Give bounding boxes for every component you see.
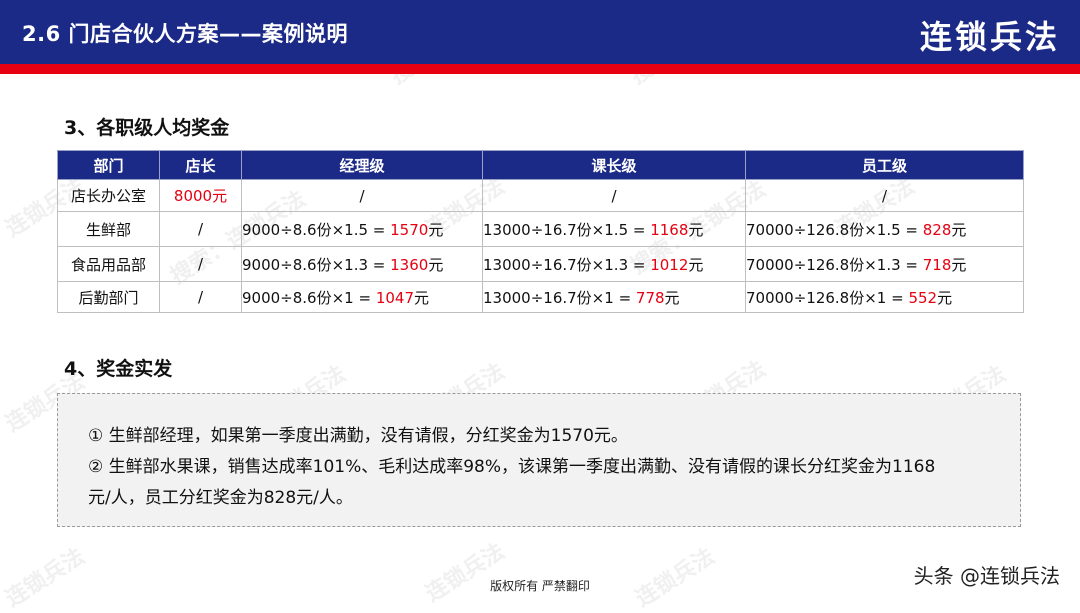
- formula-text: 13000÷16.7份×1 =: [483, 288, 636, 307]
- formula-text: 9000÷8.6份×1.3 =: [242, 255, 391, 274]
- bonus-value: 1570: [390, 220, 429, 239]
- formula-text: 9000÷8.6份×1.5 =: [242, 220, 391, 239]
- bonus-value: 828: [922, 220, 952, 239]
- formula-text: 13000÷16.7份×1.5 =: [483, 220, 651, 239]
- bonus-value: 1168: [650, 220, 689, 239]
- column-header: 员工级: [745, 150, 1024, 180]
- bonus-table: 部门 店长 经理级 课长级 员工级 店长办公室 8000元 / / / 生鲜部 …: [57, 150, 1024, 313]
- store-manager-cell: /: [159, 281, 242, 313]
- formula-cell: 9000÷8.6份×1 = 1047元: [241, 281, 483, 313]
- formula-cell: 9000÷8.6份×1.3 = 1360元: [241, 246, 483, 282]
- dept-cell: 食品用品部: [57, 246, 160, 282]
- formula-text: /: [611, 186, 617, 205]
- watermark: 连锁兵法: [421, 539, 510, 608]
- formula-text: /: [881, 186, 888, 205]
- section-title-bonus-per-level: 3、各职级人均奖金: [64, 117, 230, 139]
- formula-text: 70000÷126.8份×1.3 =: [746, 255, 923, 274]
- payout-note-box: ① 生鲜部经理，如果第一季度出满勤，没有请假，分红奖金为1570元。 ② 生鲜部…: [57, 393, 1021, 527]
- bonus-value: 1360: [390, 255, 429, 274]
- watermark: 连锁兵法: [1, 544, 90, 613]
- note-line: 元/人，员工分红奖金为828元/人。: [88, 488, 353, 508]
- unit-text: 元: [428, 255, 444, 274]
- section-title-bonus-payout: 4、奖金实发: [64, 358, 173, 380]
- unit-text: 元: [688, 255, 704, 274]
- bonus-value: 718: [922, 255, 952, 274]
- formula-cell: 13000÷16.7份×1.5 = 1168元: [482, 211, 746, 247]
- formula-cell: 70000÷126.8份×1.5 = 828元: [745, 211, 1024, 247]
- bonus-value: 778: [635, 288, 665, 307]
- formula-text: 70000÷126.8份×1 =: [746, 288, 909, 307]
- formula-cell: /: [745, 179, 1024, 212]
- store-manager-cell: /: [159, 246, 242, 282]
- formula-cell: /: [241, 179, 483, 212]
- column-header: 经理级: [241, 150, 483, 180]
- formula-cell: 13000÷16.7份×1 = 778元: [482, 281, 746, 313]
- unit-text: 元: [937, 288, 953, 307]
- bonus-value: 1047: [375, 288, 415, 307]
- formula-cell: 70000÷126.8份×1.3 = 718元: [745, 246, 1024, 282]
- table-row: 店长办公室 8000元 / / /: [57, 179, 1024, 212]
- column-header: 店长: [159, 150, 242, 180]
- unit-text: 元: [414, 288, 430, 307]
- bonus-value: 1012: [650, 255, 689, 274]
- table-row: 后勤部门 / 9000÷8.6份×1 = 1047元 13000÷16.7份×1…: [57, 281, 1024, 313]
- formula-cell: 70000÷126.8份×1 = 552元: [745, 281, 1024, 313]
- dept-cell: 生鲜部: [57, 211, 160, 247]
- header-bar: 2.6 门店合伙人方案——案例说明 连锁兵法: [0, 0, 1080, 64]
- note-line: ① 生鲜部经理，如果第一季度出满勤，没有请假，分红奖金为1570元。: [88, 426, 628, 446]
- header-accent-stripe: [0, 64, 1080, 74]
- column-header: 课长级: [482, 150, 746, 180]
- source-signature: 头条 @连锁兵法: [913, 564, 1060, 588]
- column-header: 部门: [57, 150, 160, 180]
- page-title: 2.6 门店合伙人方案——案例说明: [22, 22, 349, 46]
- brand-logo: 连锁兵法: [919, 18, 1060, 56]
- bonus-value: 552: [908, 288, 938, 307]
- formula-text: 70000÷126.8份×1.5 =: [746, 220, 923, 239]
- dept-cell: 后勤部门: [57, 281, 160, 313]
- formula-text: 9000÷8.6份×1 =: [242, 288, 376, 307]
- dept-cell: 店长办公室: [57, 179, 160, 212]
- note-line: ② 生鲜部水果课，销售达成率101%、毛利达成率98%，该课第一季度出满勤、没有…: [88, 457, 936, 477]
- formula-text: /: [359, 186, 365, 205]
- table-row: 食品用品部 / 9000÷8.6份×1.3 = 1360元 13000÷16.7…: [57, 246, 1024, 282]
- watermark: 连锁兵法: [631, 544, 720, 613]
- table-header-row: 部门 店长 经理级 课长级 员工级: [57, 150, 1024, 180]
- formula-cell: /: [482, 179, 746, 212]
- formula-cell: 13000÷16.7份×1.3 = 1012元: [482, 246, 746, 282]
- unit-text: 元: [664, 288, 680, 307]
- unit-text: 元: [951, 255, 967, 274]
- formula-cell: 9000÷8.6份×1.5 = 1570元: [241, 211, 483, 247]
- store-manager-cell: /: [159, 211, 242, 247]
- unit-text: 元: [951, 220, 967, 239]
- store-manager-cell: 8000元: [159, 179, 242, 212]
- unit-text: 元: [688, 220, 704, 239]
- unit-text: 元: [428, 220, 444, 239]
- table-row: 生鲜部 / 9000÷8.6份×1.5 = 1570元 13000÷16.7份×…: [57, 211, 1024, 247]
- formula-text: 13000÷16.7份×1.3 =: [483, 255, 651, 274]
